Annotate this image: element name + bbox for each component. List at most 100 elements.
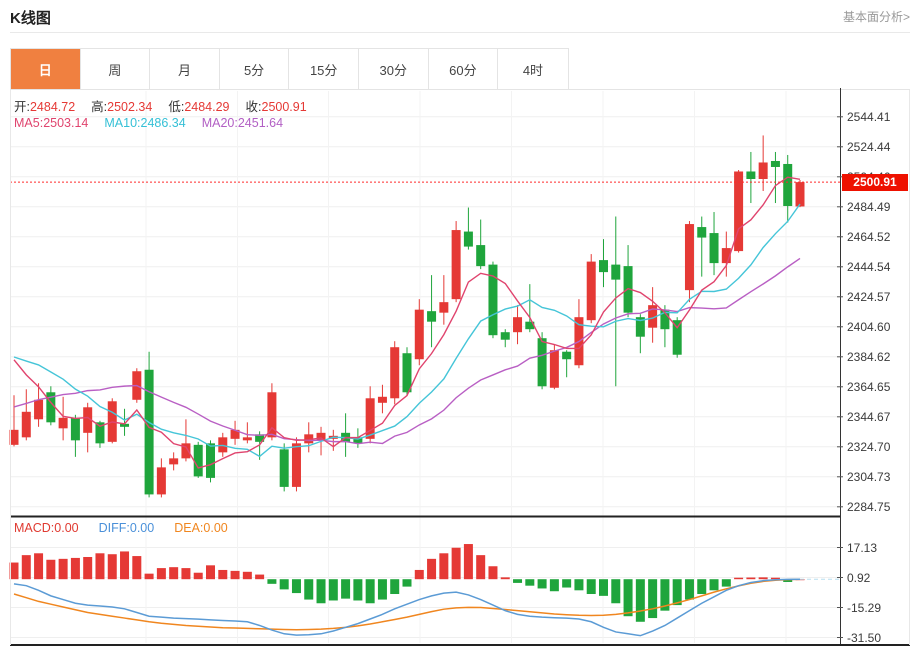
- macd-bar: [255, 574, 265, 580]
- candle-body: [770, 160, 780, 167]
- candle-body: [402, 353, 412, 393]
- macd-bar: [721, 579, 731, 587]
- candle-body: [390, 347, 400, 399]
- macd-bar: [476, 555, 486, 580]
- price-tick-label: 2384.62: [847, 349, 891, 364]
- candle-body: [193, 444, 203, 477]
- macd-bar: [316, 579, 326, 604]
- macd-tick-label: -15.29: [847, 600, 882, 615]
- macd-bar: [83, 556, 93, 580]
- candle-body: [672, 320, 682, 355]
- price-tick-label: 2524.44: [847, 139, 891, 154]
- macd-bar: [21, 555, 31, 580]
- candle-body: [500, 332, 510, 340]
- ma-readout: MA5:2503.14 MA10:2486.34 MA20:2451.64: [14, 116, 283, 130]
- candle-body: [451, 230, 461, 300]
- price-tick-label: 2324.70: [847, 439, 891, 454]
- candle-body: [427, 311, 437, 322]
- macd-bar: [132, 556, 142, 580]
- macd-bar: [341, 579, 351, 599]
- ohlc-readout: 开:2484.72 高:2502.34 低:2484.29 收:2500.91: [14, 96, 307, 115]
- ma-row-ma10: MA10:2486.34: [104, 116, 186, 130]
- price-tick-label: 2444.54: [847, 259, 891, 274]
- candle-body: [316, 432, 326, 441]
- price-tick-label: 2544.41: [847, 109, 891, 124]
- macd-bar: [611, 579, 621, 604]
- candle-body: [709, 233, 719, 264]
- candle-body: [783, 163, 793, 207]
- macd-bar: [648, 579, 658, 619]
- macd-bar: [267, 579, 277, 584]
- macd-bar: [439, 553, 449, 580]
- candle-body: [279, 449, 289, 487]
- macd-bar: [365, 579, 375, 604]
- macd-bar: [279, 579, 289, 590]
- ma5-line: [13, 176, 801, 469]
- macd-bar: [427, 558, 437, 580]
- candle-body: [537, 338, 547, 387]
- macd-bar: [574, 579, 584, 591]
- candle-body: [70, 417, 80, 441]
- ohlc-row-low: 低:2484.29: [168, 100, 230, 114]
- macd-bar: [169, 567, 179, 580]
- macd-row-dea: DEA:0.00: [174, 521, 228, 535]
- current-price-badge: 2500.91: [842, 173, 908, 191]
- price-tick-label: 2364.65: [847, 379, 891, 394]
- candle-body: [144, 369, 154, 495]
- macd-readout: MACD:0.00 DIFF:0.00 DEA:0.00: [14, 521, 228, 535]
- macd-bar: [623, 579, 633, 617]
- macd-bar: [218, 569, 228, 580]
- macd-bar: [390, 579, 400, 595]
- macd-bar: [746, 577, 756, 580]
- macd-bar: [193, 572, 203, 580]
- macd-row-macd: MACD:0.00: [14, 521, 79, 535]
- price-tick-label: 2404.60: [847, 319, 891, 334]
- macd-bar: [156, 568, 166, 580]
- macd-bar: [500, 577, 510, 580]
- candle-body: [758, 162, 768, 179]
- macd-bar: [120, 551, 130, 580]
- macd-bar: [635, 579, 645, 622]
- candle-body: [586, 261, 596, 321]
- ma10-line: [13, 203, 801, 458]
- ohlc-row-high: 高:2502.34: [91, 100, 153, 114]
- macd-bar: [230, 570, 240, 580]
- macd-tick-label: -31.50: [847, 630, 882, 645]
- macd-bar: [206, 565, 215, 580]
- macd-bar: [377, 579, 387, 600]
- macd-bar: [734, 577, 744, 580]
- candle-body: [21, 411, 31, 438]
- macd-bar: [70, 557, 80, 580]
- macd-bar: [95, 553, 105, 580]
- ohlc-row-open: 开:2484.72: [14, 100, 76, 114]
- candle-body: [58, 417, 68, 429]
- candle-body: [562, 351, 572, 360]
- candle-body: [697, 227, 707, 238]
- macd-bar: [549, 579, 559, 592]
- macd-bar: [414, 569, 424, 580]
- price-tick-label: 2464.52: [847, 229, 891, 244]
- macd-bar: [697, 579, 707, 595]
- macd-bar: [537, 579, 547, 589]
- macd-bar: [562, 579, 572, 588]
- macd-bar: [513, 579, 523, 583]
- macd-bar: [34, 553, 44, 580]
- macd-bar: [684, 579, 694, 600]
- ma-row-ma20: MA20:2451.64: [201, 116, 284, 130]
- price-tick-label: 2344.67: [847, 409, 891, 424]
- macd-bar: [181, 568, 191, 580]
- macd-bar: [242, 571, 252, 580]
- candle-body: [599, 260, 608, 273]
- price-tick-label: 2484.49: [847, 199, 891, 214]
- price-tick-label: 2304.73: [847, 469, 891, 484]
- macd-bar: [46, 559, 56, 580]
- macd-bar: [304, 579, 314, 600]
- candle-body: [549, 350, 559, 388]
- candle-body: [463, 231, 473, 247]
- price-tick-label: 2424.57: [847, 289, 891, 304]
- macd-bar: [58, 558, 68, 580]
- candle-body: [795, 182, 805, 207]
- candle-body: [746, 171, 756, 179]
- candle-body: [513, 317, 523, 333]
- macd-bar: [599, 579, 608, 596]
